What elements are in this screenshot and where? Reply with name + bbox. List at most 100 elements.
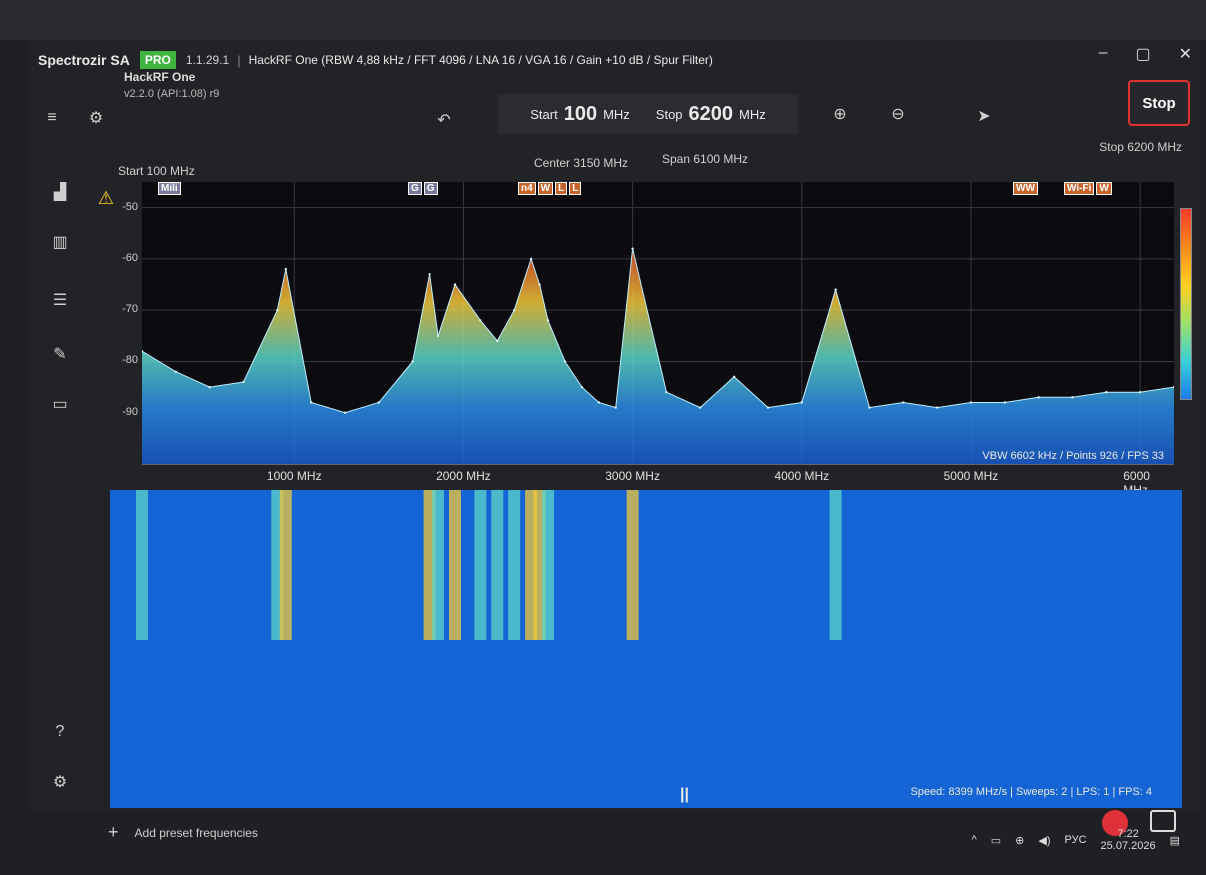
frequency-band-marker[interactable]: Wi-Fi W: [1064, 180, 1114, 196]
spectrum-point: [563, 360, 567, 363]
spectrum-point: [411, 360, 414, 363]
waterfall-streak: [542, 490, 555, 640]
waterfall-streak: [432, 490, 445, 640]
network-globe-icon[interactable]: ⊕: [1015, 834, 1024, 847]
start-value[interactable]: 100: [564, 103, 597, 126]
spectrum-point: [580, 385, 584, 389]
spectrum-point: [436, 334, 440, 338]
band-label: L: [555, 181, 568, 195]
app-window: Spectrozir SA PRO 1.1.29.1 | HackRF One …: [28, 40, 1200, 870]
spectrum-point: [512, 308, 516, 312]
spectrum-point: [1071, 396, 1074, 399]
band-label: L: [569, 181, 582, 195]
y-tick-label: -80: [122, 354, 138, 367]
stop-button[interactable]: Stop: [1128, 80, 1190, 126]
spectrum-mode-icon[interactable]: ▟: [48, 180, 72, 204]
x-tick-label: 1000 MHz: [266, 469, 322, 483]
speed-status: Speed: 8399 MHz/s | Sweeps: 2 | LPS: 1 |…: [910, 786, 1152, 798]
spectrum-point: [242, 380, 245, 384]
frequency-band-marker[interactable]: n4 W L L: [518, 180, 583, 196]
spectrum-point: [834, 288, 837, 291]
spectrum-point: [174, 370, 178, 373]
clock[interactable]: 7:22 25.07.2026: [1101, 828, 1156, 852]
zoom-in-icon[interactable]: ⊕: [828, 102, 852, 126]
pause-icon[interactable]: ||: [680, 786, 689, 804]
device-name: HackRF One: [124, 70, 196, 84]
gear-icon[interactable]: ⚙: [84, 106, 108, 130]
spectrum-point: [800, 401, 804, 404]
zoom-out-icon[interactable]: ⊖: [886, 102, 910, 126]
left-sidebar: ▟ ▥ ☰ ✎ ▭ ? ⚙: [28, 130, 98, 870]
add-preset-frequencies[interactable]: + Add preset frequencies: [108, 822, 258, 843]
clock-date: 25.07.2026: [1100, 840, 1156, 852]
spectrum-point: [935, 406, 939, 409]
spectrum-point: [597, 401, 600, 404]
spectrum-plot[interactable]: VBW 6602 kHz / Points 926 / FPS 33: [142, 182, 1174, 465]
stop-value[interactable]: 6200: [689, 103, 734, 126]
stop-unit: MHz: [739, 106, 766, 122]
spectrum-point: [1105, 391, 1108, 394]
help-icon[interactable]: ?: [48, 720, 72, 744]
frequency-band-marker[interactable]: WW: [1013, 180, 1040, 196]
app-version: 1.1.29.1: [185, 53, 230, 67]
system-tray: ^ ▭ ⊕ ◀) РУС 7:22 25.07.2026 ▤: [972, 828, 1180, 852]
frequency-range-control[interactable]: Start 100 MHz Stop 6200 MHz: [498, 94, 798, 134]
waterfall-streak: [448, 490, 461, 640]
clock-time: 7:22: [1117, 828, 1139, 840]
x-tick-label: 4000 MHz: [774, 469, 830, 483]
y-tick-label: -90: [122, 405, 138, 418]
x-tick-label: 3000 MHz: [605, 469, 660, 483]
spectrum-point: [343, 411, 347, 414]
waterfall-mode-icon[interactable]: ▥: [48, 230, 72, 254]
close-button[interactable]: ✕: [1179, 44, 1192, 64]
waterfall-streak: [508, 490, 521, 640]
stop-frequency-info: Stop 6200 MHz: [1099, 140, 1182, 154]
cursor-pointer-icon[interactable]: ➤: [972, 104, 996, 128]
band-label: Wi-Fi: [1064, 181, 1095, 195]
hamburger-menu-icon[interactable]: ≡: [40, 106, 64, 130]
spectrum-point: [665, 391, 668, 394]
display-icon[interactable]: ▭: [48, 392, 72, 416]
spectrum-point: [309, 401, 313, 404]
y-tick-label: -50: [122, 200, 138, 213]
battery-icon[interactable]: ▭: [991, 834, 1001, 847]
spectrum-point: [1003, 401, 1007, 404]
bottom-bar: + Add preset frequencies ^ ▭ ⊕ ◀) РУС 7:…: [28, 810, 1200, 870]
spectrum-point: [377, 401, 381, 404]
add-preset-label: Add preset frequencies: [134, 825, 258, 840]
plus-icon[interactable]: +: [108, 822, 119, 843]
waterfall-streak: [279, 490, 292, 640]
marker-icon[interactable]: ✎: [48, 342, 72, 366]
chevron-up-icon[interactable]: ^: [972, 834, 977, 846]
volume-icon[interactable]: ◀): [1038, 834, 1050, 847]
notification-icon[interactable]: ▤: [1170, 834, 1180, 847]
spectrum-point: [732, 375, 736, 379]
spectrum-point: [969, 401, 973, 404]
band-label: W: [1096, 181, 1112, 195]
frequency-band-marker[interactable]: GG: [408, 180, 440, 196]
minimize-button[interactable]: –: [1099, 44, 1108, 64]
spectrum-point: [1138, 391, 1142, 394]
spectrum-point: [1037, 396, 1040, 399]
window-controls: – ▢ ✕: [1099, 44, 1192, 64]
band-label: G: [423, 181, 438, 195]
spectrum-point: [284, 267, 288, 271]
waterfall-streak: [491, 490, 504, 640]
start-unit: MHz: [603, 106, 630, 122]
restore-button[interactable]: ▢: [1135, 44, 1150, 64]
spectrum-point: [453, 283, 457, 286]
span-info: Span 6100 MHz: [662, 152, 749, 166]
undo-icon[interactable]: ↶: [432, 108, 456, 132]
settings-gear-icon[interactable]: ⚙: [48, 770, 72, 794]
spectrum-point: [428, 273, 431, 276]
title-separator: |: [237, 52, 241, 68]
language-indicator[interactable]: РУС: [1065, 834, 1087, 846]
waterfall-streak: [829, 490, 842, 640]
frequency-band-marker[interactable]: Mili: [158, 180, 183, 196]
color-scale-bar[interactable]: [1180, 208, 1192, 400]
waterfall-plot[interactable]: || Speed: 8399 MHz/s | Sweeps: 2 | LPS: …: [110, 490, 1182, 808]
equalizer-icon[interactable]: ☰: [48, 288, 72, 312]
spectrum-point: [529, 257, 533, 261]
monitor-bezel: [0, 0, 1206, 40]
x-axis: 1000 MHz 2000 MHz 3000 MHz 4000 MHz 5000 MHz…: [142, 464, 1174, 497]
